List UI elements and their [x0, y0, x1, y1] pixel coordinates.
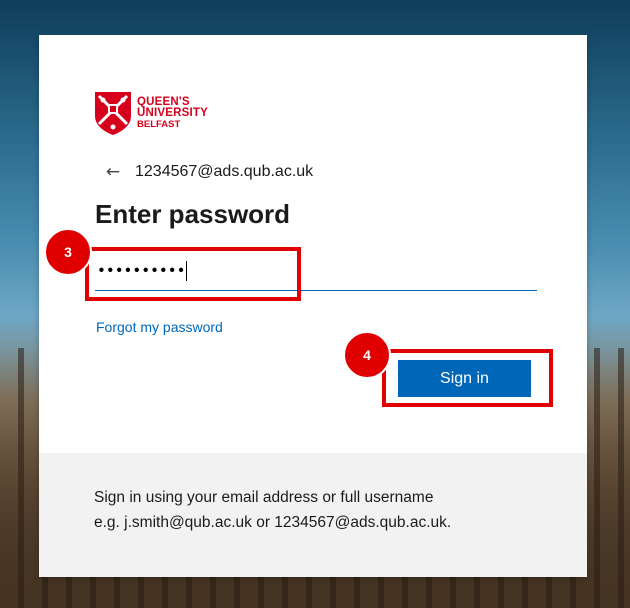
identity-label: 1234567@ads.qub.ac.uk [135, 163, 314, 180]
arrow-left-icon[interactable]: ← [101, 160, 125, 184]
signin-card: QUEEN'S UNIVERSITY BELFAST ← 1234567@ads… [39, 35, 587, 577]
footer-line-1: Sign in using your email address or full… [94, 489, 434, 506]
step3-badge: 3 [44, 228, 92, 276]
logo-line-1: QUEEN'S [137, 95, 190, 108]
step4-highlight-box [382, 349, 553, 407]
university-crest-icon [95, 92, 131, 135]
logo-line-2: UNIVERSITY [137, 106, 209, 119]
footer-help-text: Sign in using your email address or full… [94, 485, 564, 535]
step3-highlight-box [85, 247, 301, 301]
footer-line-2: e.g. j.smith@qub.ac.uk or 1234567@ads.qu… [94, 514, 452, 531]
university-logo: QUEEN'S UNIVERSITY BELFAST [93, 89, 223, 137]
logo-wordmark: QUEEN'S UNIVERSITY BELFAST [137, 95, 209, 130]
page-title: Enter password [95, 199, 291, 229]
logo-line-3: BELFAST [137, 118, 181, 130]
step4-badge: 4 [343, 331, 391, 379]
forgot-password-link[interactable]: Forgot my password [96, 319, 223, 335]
identity-row: ← 1234567@ads.qub.ac.uk [101, 160, 313, 184]
